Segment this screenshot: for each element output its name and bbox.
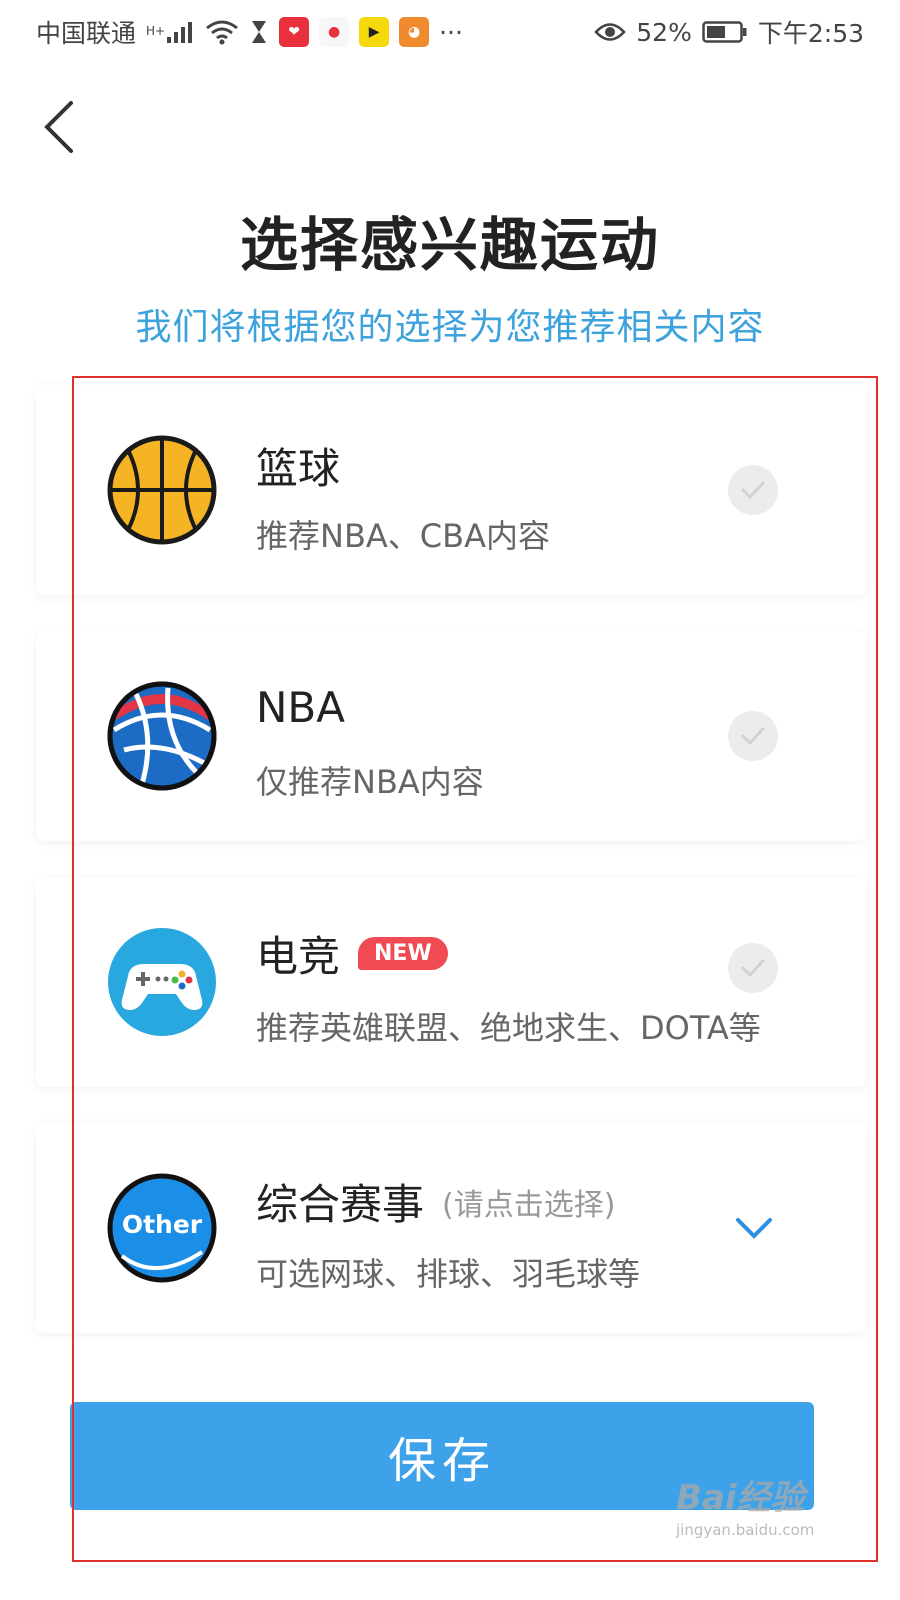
sport-item-basketball[interactable]: 篮球 推荐NBA、CBA内容 [36,385,866,595]
sport-name-text: NBA [256,683,345,732]
signal-icon: H+ [146,20,195,44]
sport-name-text: 电竞 [256,932,341,981]
wifi-icon [205,19,239,45]
gamepad-icon [106,926,218,1038]
media-app-icon: ▶ [359,17,390,47]
select-hint: (请点击选择) [442,1187,616,1223]
clock: 下午2:53 [757,19,864,48]
nba-ball-icon [106,680,218,792]
eye-icon [594,21,626,43]
sport-desc: 推荐NBA、CBA内容 [256,517,550,555]
check-circle-icon[interactable] [728,943,778,993]
sport-name: 电竞 NEW [256,923,448,984]
network-type: H+ [146,24,166,38]
basketball-icon [106,434,218,546]
sport-item-nba[interactable]: NBA 仅推荐NBA内容 [36,631,866,841]
check-circle-icon[interactable] [728,465,778,515]
chevron-down-icon[interactable] [732,1213,776,1243]
sport-item-esports[interactable]: 电竞 NEW 推荐英雄联盟、绝地求生、DOTA等 [36,877,866,1087]
chevron-left-icon [44,101,73,153]
watermark-logo: Bai经验 [676,1478,805,1518]
hourglass-icon [249,19,269,45]
status-bar: 中国联通 H+ ❤ ● ▶ ◕ ··· 52% 下午2:53 [0,0,900,64]
app-notification-icon: ❤ [279,17,310,47]
sport-name: NBA [256,683,345,732]
sport-desc: 仅推荐NBA内容 [256,763,484,801]
watermark-url: jingyan.baidu.com [676,1521,815,1539]
back-button[interactable] [28,92,88,162]
check-circle-icon[interactable] [728,711,778,761]
sport-name: 篮球 [256,435,340,496]
page-title: 选择感兴趣运动 [239,211,660,279]
status-left: 中国联通 H+ ❤ ● ▶ ◕ ··· [36,14,463,50]
map-pin-icon: ● [319,17,350,47]
sport-desc: 可选网球、排球、羽毛球等 [256,1255,641,1293]
cat-app-icon: ◕ [399,17,430,47]
page-subtitle: 我们将根据您的选择为您推荐相关内容 [135,307,765,348]
new-badge: NEW [358,937,448,970]
sport-name-text: 篮球 [256,444,341,493]
sport-name: 综合赛事 (请点击选择) [256,1171,615,1232]
sport-item-other[interactable]: Other 综合赛事 (请点击选择) 可选网球、排球、羽毛球等 [36,1123,866,1333]
sport-name-text: 综合赛事 [256,1180,425,1229]
status-right: 52% 下午2:53 [594,14,864,50]
sport-preference-screen: 中国联通 H+ ❤ ● ▶ ◕ ··· 52% 下午2:53 选择感兴趣运动 我… [0,0,900,1600]
more-notifications: ··· [439,17,463,47]
sport-desc: 推荐英雄联盟、绝地求生、DOTA等 [256,1009,761,1047]
baidu-watermark: Bai经验 jingyan.baidu.com [676,1470,876,1560]
other-icon: Other [106,1172,218,1284]
battery-percent: 52% [636,17,692,47]
other-icon-text: Other [121,1210,203,1239]
carrier-label: 中国联通 [36,19,137,48]
battery-icon [702,20,748,44]
